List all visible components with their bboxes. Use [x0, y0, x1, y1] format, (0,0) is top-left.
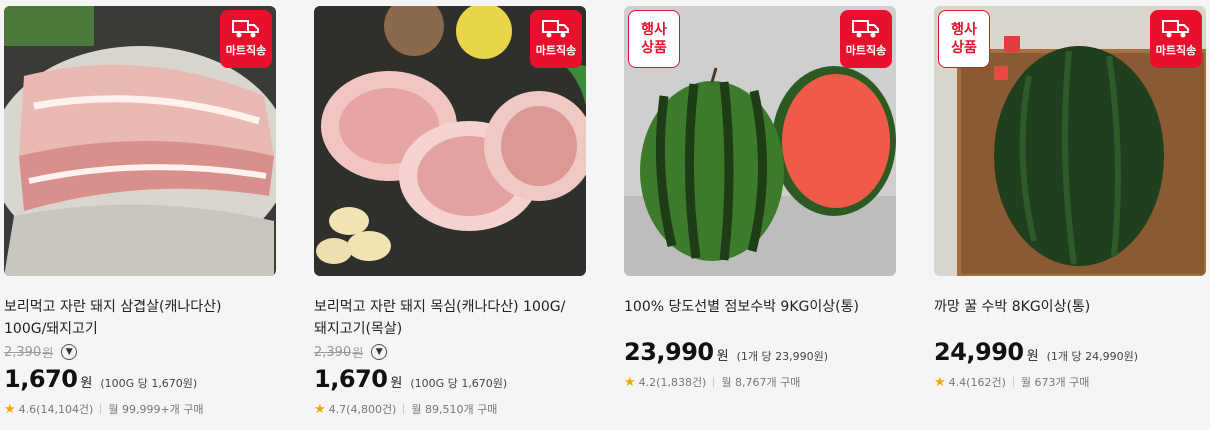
unit-price: (1개 당 24,990원)	[1046, 350, 1139, 363]
divider	[1012, 377, 1014, 387]
chevron-down-icon[interactable]: ▼	[371, 344, 388, 360]
review-count: (14,104건)	[36, 403, 94, 416]
product-title[interactable]: 100% 당도선별 점보수박 9KG이상(통)	[624, 296, 896, 318]
divider	[403, 404, 405, 414]
mart-delivery-badge: 마트직송	[220, 10, 272, 68]
rating: 4.6	[18, 402, 37, 416]
product-image[interactable]: 마트직송	[314, 6, 586, 276]
product-title[interactable]: 까망 꿀 수박 8KG이상(통)	[934, 296, 1206, 318]
monthly-purchases: 월 89,510개 구매	[411, 403, 498, 416]
star-icon: ★	[314, 401, 326, 417]
product-grid: 마트직송 보리먹고 자란 돼지 삼겹살(캐나다산) 100G/돼지고기 2,39…	[0, 0, 1210, 430]
original-price: 2,390 원 ▼	[4, 341, 276, 363]
badge-label: 마트직송	[225, 44, 267, 57]
rating: 4.7	[328, 402, 347, 416]
divider	[100, 404, 102, 414]
star-icon: ★	[934, 374, 946, 390]
rating: 4.4	[948, 375, 967, 389]
unit-price: (100G 당 1,670원)	[100, 377, 198, 390]
sale-price: 23,990	[624, 338, 714, 366]
badge-label: 마트직송	[535, 44, 577, 57]
truck-icon	[852, 20, 879, 38]
original-price: 2,390 원 ▼	[314, 341, 586, 363]
sale-price: 1,670	[314, 365, 388, 393]
product-image[interactable]: 행사 상품 마트직송	[624, 6, 896, 276]
product-card[interactable]: 행사 상품 마트직송 까망 꿀 수박 8KG이상(통) 24,990 원 (1개…	[934, 0, 1206, 390]
unit-price: (100G 당 1,670원)	[410, 377, 508, 390]
product-image[interactable]: 마트직송	[4, 6, 276, 276]
star-icon: ★	[4, 401, 16, 417]
rating-row: ★ 4.6 (14,104건) 월 99,999+개 구매	[4, 401, 276, 417]
price-row: 23,990 원 (1개 당 23,990원)	[624, 338, 829, 366]
monthly-purchases: 월 673개 구매	[1020, 376, 1090, 389]
event-badge: 행사 상품	[628, 10, 680, 68]
star-icon: ★	[624, 374, 636, 390]
mart-delivery-badge: 마트직송	[530, 10, 582, 68]
rating-row: ★ 4.4 (162건) 월 673개 구매	[934, 374, 1206, 390]
rating-row: ★ 4.7 (4,800건) 월 89,510개 구매	[314, 401, 586, 417]
price-row: 24,990 원 (1개 당 24,990원)	[934, 338, 1139, 366]
review-count: (1,838건)	[656, 376, 707, 389]
divider	[713, 377, 715, 387]
sale-price: 1,670	[4, 365, 78, 393]
review-count: (162건)	[966, 376, 1006, 389]
sale-price: 24,990	[934, 338, 1024, 366]
product-card[interactable]: 마트직송 보리먹고 자란 돼지 삼겹살(캐나다산) 100G/돼지고기 2,39…	[4, 0, 276, 417]
truck-icon	[232, 20, 259, 38]
badge-label: 마트직송	[845, 44, 887, 57]
monthly-purchases: 월 8,767개 구매	[721, 376, 801, 389]
price-row: 1,670 원 (100G 당 1,670원)	[314, 365, 508, 393]
review-count: (4,800건)	[346, 403, 397, 416]
product-image[interactable]: 행사 상품 마트직송	[934, 6, 1206, 276]
product-title[interactable]: 보리먹고 자란 돼지 삼겹살(캐나다산) 100G/돼지고기	[4, 296, 276, 340]
truck-icon	[1162, 20, 1189, 38]
product-card[interactable]: 마트직송 보리먹고 자란 돼지 목심(캐나다산) 100G/ 돼지고기(목살) …	[314, 0, 586, 417]
truck-icon	[542, 20, 569, 38]
product-card[interactable]: 행사 상품 마트직송 100% 당도선별 점보수박 9KG이상(통) 23,99…	[624, 0, 896, 390]
rating: 4.2	[638, 375, 657, 389]
event-badge: 행사 상품	[938, 10, 990, 68]
chevron-down-icon[interactable]: ▼	[61, 344, 78, 360]
price-row: 1,670 원 (100G 당 1,670원)	[4, 365, 198, 393]
product-title[interactable]: 보리먹고 자란 돼지 목심(캐나다산) 100G/ 돼지고기(목살)	[314, 296, 586, 340]
badge-label: 마트직송	[1155, 44, 1197, 57]
rating-row: ★ 4.2 (1,838건) 월 8,767개 구매	[624, 374, 896, 390]
mart-delivery-badge: 마트직송	[1150, 10, 1202, 68]
unit-price: (1개 당 23,990원)	[736, 350, 829, 363]
mart-delivery-badge: 마트직송	[840, 10, 892, 68]
monthly-purchases: 월 99,999+개 구매	[108, 403, 204, 416]
